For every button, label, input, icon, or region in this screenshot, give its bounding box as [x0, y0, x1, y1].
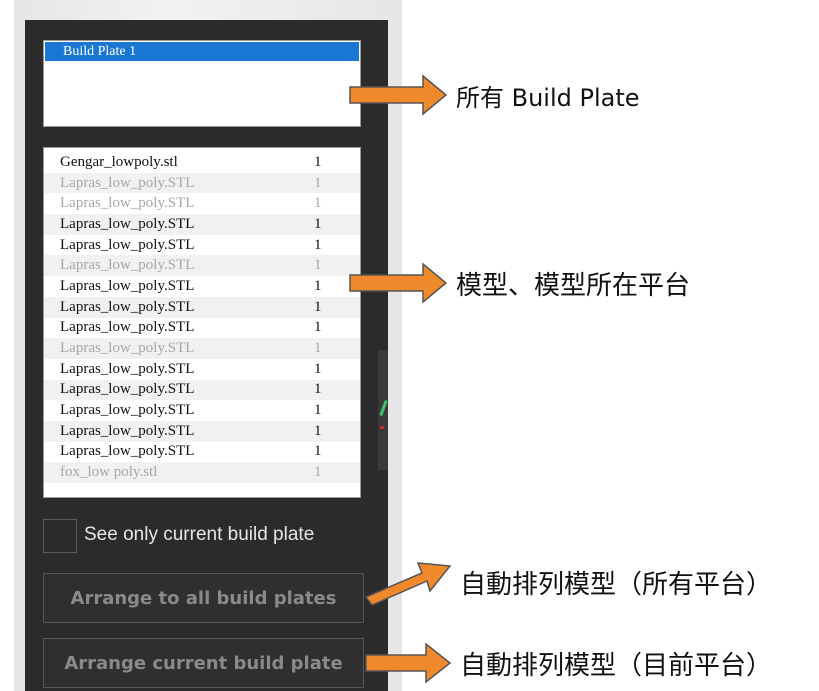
model-plate-number: 1	[314, 381, 322, 398]
model-row[interactable]: Lapras_low_poly.STL 1	[44, 379, 360, 401]
model-name: Lapras_low_poly.STL	[60, 236, 195, 253]
model-row[interactable]: Lapras_low_poly.STL 1	[44, 420, 360, 442]
model-plate-number: 1	[314, 236, 322, 253]
model-name: Lapras_low_poly.STL	[60, 298, 195, 315]
model-name: Lapras_low_poly.STL	[60, 257, 195, 274]
model-name: Lapras_low_poly.STL	[60, 195, 195, 212]
arrow-right-icon	[349, 262, 448, 304]
model-plate-number: 1	[314, 340, 322, 357]
axis-gizmo-red	[380, 426, 384, 429]
model-plate-number: 1	[314, 402, 322, 419]
see-only-current-checkbox[interactable]	[43, 519, 77, 553]
model-list[interactable]: Gengar_lowpoly.stl 1 Lapras_low_poly.STL 1 L…	[43, 147, 361, 498]
model-plate-number: 1	[314, 422, 322, 439]
see-only-current-label: See only current build plate	[84, 524, 315, 545]
model-row[interactable]: Lapras_low_poly.STL 1	[44, 214, 360, 235]
model-name: Lapras_low_poly.STL	[60, 277, 195, 294]
arrow-right-icon	[349, 74, 448, 116]
model-name: Gengar_lowpoly.stl	[60, 153, 178, 170]
plates-callout: 所有 Build Plate	[348, 74, 640, 116]
model-name: Lapras_low_poly.STL	[60, 360, 195, 377]
model-name: Lapras_low_poly.STL	[60, 340, 195, 357]
model-row[interactable]: Lapras_low_poly.STL 1	[44, 359, 360, 380]
arrange-current-button[interactable]: Arrange current build plate	[43, 638, 364, 688]
model-row[interactable]: Lapras_low_poly.STL 1	[44, 235, 360, 256]
model-plate-number: 1	[314, 195, 322, 212]
model-plate-number: 1	[314, 464, 322, 481]
model-plate-number: 1	[314, 360, 322, 377]
arrow-right-icon	[365, 642, 452, 684]
model-plate-number: 1	[314, 277, 322, 294]
model-plate-number: 1	[314, 174, 322, 191]
models-annotation: 模型、模型所在平台	[456, 270, 691, 301]
model-row[interactable]: Lapras_low_poly.STL 1	[44, 193, 360, 214]
model-name: Lapras_low_poly.STL	[60, 422, 195, 439]
arrow-up-right-icon	[364, 562, 452, 606]
model-row[interactable]: Lapras_low_poly.STL 1	[44, 276, 360, 297]
model-row[interactable]: Gengar_lowpoly.stl 1	[44, 152, 360, 173]
model-name: Lapras_low_poly.STL	[60, 174, 195, 191]
build-plate-item[interactable]: Build Plate 1	[45, 42, 359, 61]
model-plate-number: 1	[314, 319, 322, 336]
models-callout: 模型、模型所在平台	[348, 262, 690, 304]
arrange-current-callout: 自動排列模型（目前平台）	[364, 642, 772, 684]
arrange-all-annotation: 自動排列模型（所有平台）	[460, 569, 773, 600]
model-name: Lapras_low_poly.STL	[60, 381, 195, 398]
model-row[interactable]: Lapras_low_poly.STL 1	[44, 338, 360, 359]
model-row[interactable]: Lapras_low_poly.STL 1	[44, 400, 360, 421]
plates-annotation: 所有 Build Plate	[456, 83, 640, 112]
model-plate-number: 1	[314, 257, 322, 274]
model-name: Lapras_low_poly.STL	[60, 215, 195, 232]
model-name: fox_low poly.stl	[60, 464, 158, 481]
model-row[interactable]: Lapras_low_poly.STL 1	[44, 255, 360, 277]
model-name: Lapras_low_poly.STL	[60, 402, 195, 419]
model-plate-number: 1	[314, 215, 322, 232]
arrange-current-annotation: 自動排列模型（目前平台）	[460, 650, 773, 681]
model-plate-number: 1	[314, 298, 322, 315]
model-row[interactable]: Lapras_low_poly.STL 1	[44, 172, 360, 194]
build-plate-list[interactable]: Build Plate 1	[43, 40, 361, 127]
model-name: Lapras_low_poly.STL	[60, 443, 195, 460]
arrange-all-button[interactable]: Arrange to all build plates	[43, 573, 364, 623]
model-plate-number: 1	[314, 153, 322, 170]
arrange-all-callout: 自動排列模型（所有平台）	[364, 556, 772, 608]
model-row[interactable]: Lapras_low_poly.STL 1	[44, 296, 360, 318]
model-row[interactable]: Lapras_low_poly.STL 1	[44, 318, 360, 339]
model-row[interactable]: fox_low poly.stl 1	[44, 462, 360, 483]
model-row[interactable]: Lapras_low_poly.STL 1	[44, 442, 360, 463]
model-plate-number: 1	[314, 443, 322, 460]
model-name: Lapras_low_poly.STL	[60, 319, 195, 336]
